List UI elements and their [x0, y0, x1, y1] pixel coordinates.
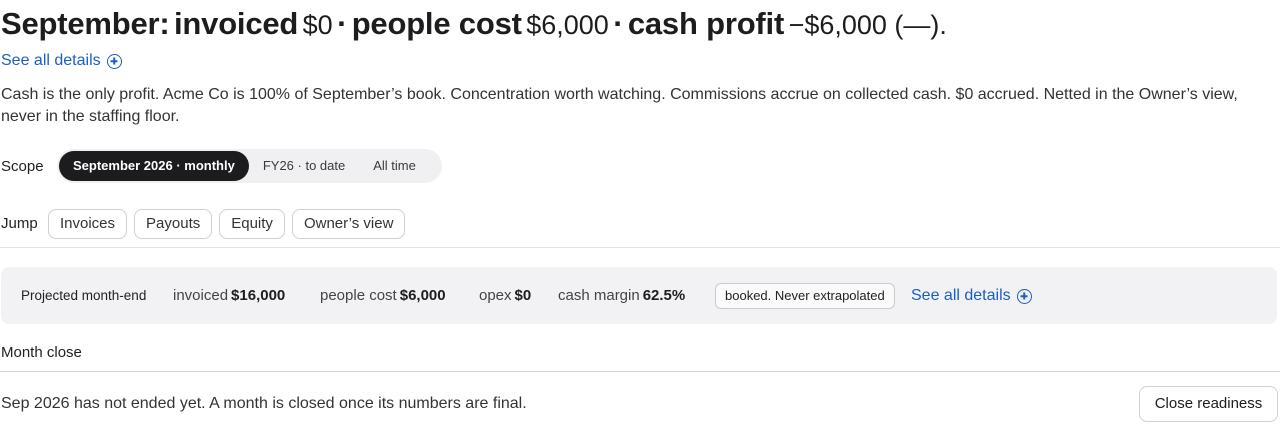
month-close-title: Month close	[1, 344, 82, 361]
metric-label: invoiced	[173, 287, 229, 304]
scope-option-fy-to-date[interactable]: FY26 · to date	[249, 151, 359, 181]
headline-cash-profit-label: cash profit	[627, 6, 785, 41]
jump-buttons: Invoices Payouts Equity Owner’s view	[48, 209, 406, 239]
metric-value: $0	[514, 287, 532, 304]
metric-label: opex	[479, 287, 512, 304]
plus-circle-icon	[1016, 288, 1032, 304]
scope-segmented-control: September 2026 · monthly FY26 · to date …	[57, 149, 442, 183]
summary-text: Cash is the only profit. Acme Co is 100%…	[1, 86, 1238, 125]
metric-value: $6,000	[399, 287, 446, 304]
headline-cash-profit-value: −$6,000 (—).	[788, 10, 947, 40]
projected-invoiced: invoiced $16,000	[173, 287, 285, 304]
projection-panel: Projected month-end invoiced $16,000 peop…	[1, 267, 1277, 324]
jump-payouts-button[interactable]: Payouts	[134, 209, 213, 239]
scope-option-monthly[interactable]: September 2026 · monthly	[59, 151, 249, 181]
see-all-details-label: See all details	[1, 52, 101, 69]
plus-circle-icon	[106, 53, 122, 69]
projection-title: Projected month-end	[21, 288, 147, 303]
close-readiness-button[interactable]: Close readiness	[1139, 386, 1278, 422]
headline-people-cost-label: people cost	[351, 6, 522, 41]
jump-invoices-button[interactable]: Invoices	[48, 209, 128, 239]
page-headline: September: invoiced $0 · people cost $6,…	[1, 4, 947, 50]
headline-month: September:	[1, 6, 170, 41]
see-all-details-label: See all details	[911, 287, 1011, 304]
projection-badge: booked. Never extrapolated	[715, 283, 895, 309]
projected-people-cost: people cost $6,000	[320, 287, 446, 304]
projected-cash-margin: cash margin 62.5%	[558, 287, 685, 304]
jump-label: Jump	[1, 215, 38, 232]
jump-equity-button[interactable]: Equity	[219, 209, 285, 239]
metric-label: cash margin	[558, 287, 640, 304]
headline-separator: ·	[613, 6, 624, 41]
scope-label: Scope	[1, 158, 44, 175]
headline-separator: ·	[337, 6, 348, 41]
headline-people-cost-value: $6,000	[526, 10, 609, 40]
jump-owners-view-button[interactable]: Owner’s view	[291, 209, 406, 239]
month-close-message: Sep 2026 has not ended yet. A month is c…	[1, 395, 527, 412]
projection-details-link[interactable]: See all details	[911, 287, 1032, 305]
scope-option-all-time[interactable]: All time	[359, 151, 430, 181]
see-all-details-link[interactable]: See all details	[1, 51, 122, 71]
divider	[0, 247, 1280, 248]
projected-opex: opex $0	[479, 287, 531, 304]
headline-invoiced-label: invoiced	[174, 6, 299, 41]
headline-invoiced-value: $0	[302, 10, 333, 40]
metric-label: people cost	[320, 287, 397, 304]
metric-value: $16,000	[231, 287, 286, 304]
divider	[0, 371, 1280, 372]
metric-value: 62.5%	[642, 287, 686, 304]
